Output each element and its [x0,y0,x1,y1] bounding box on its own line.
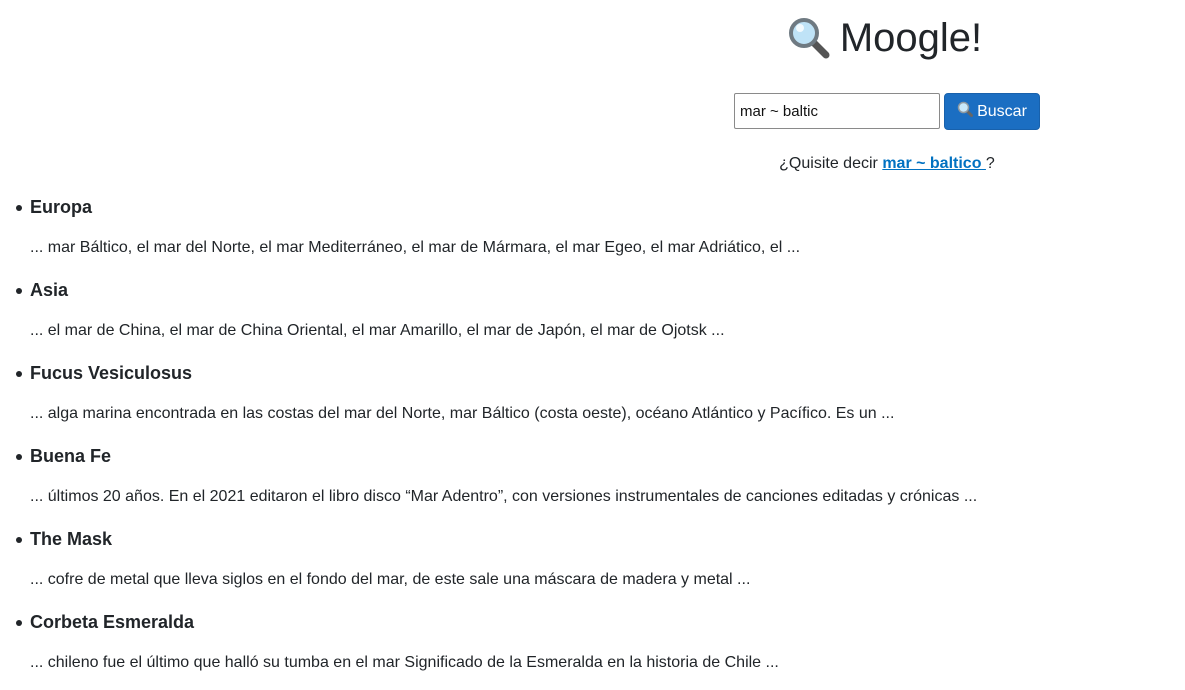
result-title[interactable]: Asia [30,277,977,303]
result-snippet: ... alga marina encontrada en las costas… [30,405,895,422]
suggestion-link[interactable]: mar ~ baltico [882,155,986,172]
result-item: Corbeta Esmeralda ... chileno fue el últ… [15,609,977,690]
suggestion-prefix: ¿Quisite decir [779,155,878,172]
result-snippet: ... últimos 20 años. En el 2021 editaron… [30,488,978,505]
moogle-page: Moogle! Buscar ¿Quisite decir mar ~ balt… [0,0,1185,690]
result-snippet: ... cofre de metal que lleva siglos en e… [30,571,751,588]
result-title[interactable]: Fucus Vesiculosus [30,360,977,386]
suggestion-suffix: ? [985,155,995,172]
result-item: Fucus Vesiculosus ... alga marina encont… [15,360,977,443]
result-item: Europa ... mar Báltico, el mar del Norte… [15,194,977,277]
result-snippet: ... chileno fue el último que halló su t… [30,654,779,671]
result-item: Buena Fe ... últimos 20 años. En el 2021… [15,443,978,526]
search-button-label: Buscar [977,102,1027,120]
search-button[interactable]: Buscar [944,93,1040,130]
result-title[interactable]: Buena Fe [30,443,977,469]
header: Moogle! [600,12,1170,64]
search-input[interactable] [734,93,940,129]
page-title: Moogle! [788,12,982,64]
result-item: The Mask ... cofre de metal que lleva si… [15,526,977,609]
did-you-mean: ¿Quisite decir mar ~ baltico ? [600,155,1174,173]
result-snippet: ... el mar de China, el mar de China Ori… [30,322,725,339]
result-title[interactable]: Corbeta Esmeralda [30,609,977,635]
magnifying-glass-icon [788,17,830,59]
magnifying-glass-icon [957,101,974,122]
app-title: Moogle! [839,16,983,60]
result-title[interactable]: Europa [30,194,977,220]
result-item: Asia ... el mar de China, el mar de Chin… [15,277,977,360]
search-bar: Buscar [734,93,1040,130]
result-title[interactable]: The Mask [30,526,977,552]
results-list: Europa ... mar Báltico, el mar del Norte… [0,194,977,690]
result-snippet: ... mar Báltico, el mar del Norte, el ma… [30,239,801,256]
